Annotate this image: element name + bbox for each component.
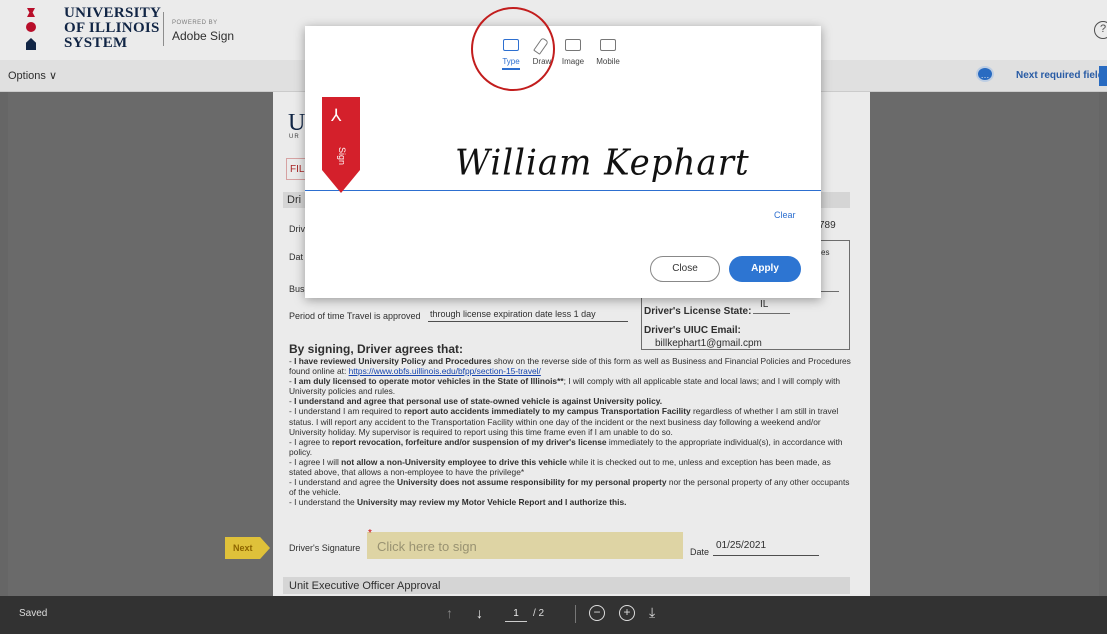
ribbon-label: Sign (337, 147, 347, 166)
bottom-toolbar: Saved ↑ ↓ 1 / 2 − + ⤓ (0, 596, 1107, 634)
download-icon[interactable]: ⤓ (649, 604, 655, 621)
page-total: / 2 (533, 608, 545, 619)
mobile-icon (600, 39, 616, 51)
save-status: Saved (19, 608, 48, 619)
apply-button[interactable]: Apply (729, 256, 801, 282)
previous-page-icon[interactable]: ↑ (446, 605, 453, 621)
tab-image[interactable]: Image (559, 39, 587, 66)
tab-mobile[interactable]: Mobile (593, 39, 623, 66)
clear-button[interactable]: Clear (774, 210, 796, 220)
signature-dialog: Type Draw Image Mobile William Kephart C… (305, 26, 821, 298)
page-number-input[interactable]: 1 (505, 606, 527, 622)
image-icon (565, 39, 581, 51)
toolbar-divider (575, 605, 576, 623)
signature-input-area[interactable]: William Kephart (305, 93, 821, 191)
zoom-in-icon[interactable]: + (619, 605, 635, 621)
zoom-out-icon[interactable]: − (589, 605, 605, 621)
close-button[interactable]: Close (650, 256, 720, 282)
next-page-icon[interactable]: ↓ (476, 605, 483, 621)
acrobat-icon: ⅄ (331, 106, 342, 125)
highlight-circle (471, 7, 555, 91)
typed-signature: William Kephart (455, 142, 750, 184)
